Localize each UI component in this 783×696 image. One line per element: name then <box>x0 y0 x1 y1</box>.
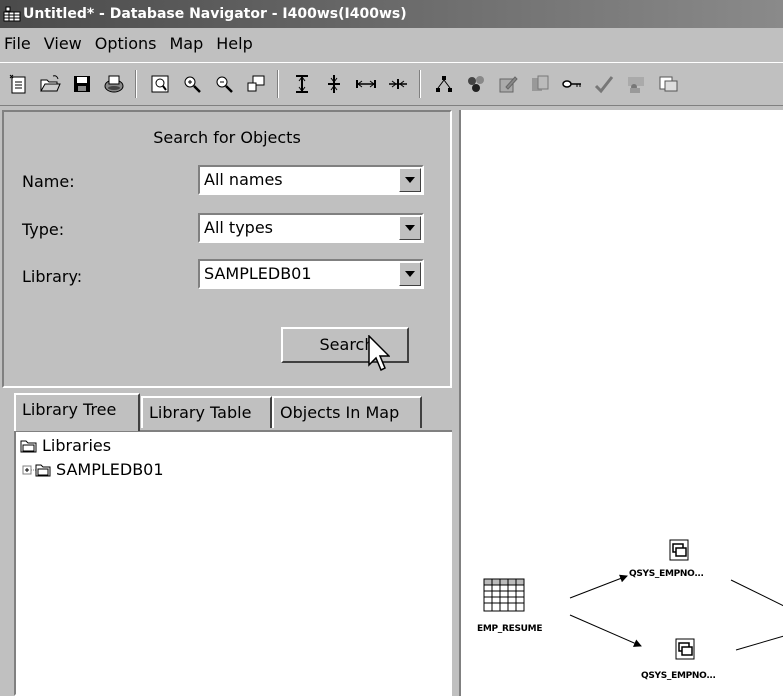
type-combo[interactable]: All types <box>198 213 424 243</box>
map-node-label: QSYS_EMPNO... <box>641 671 716 681</box>
index-icon <box>675 638 695 660</box>
menu-map[interactable]: Map <box>164 34 211 53</box>
expand-plus-icon[interactable] <box>22 462 52 478</box>
objects-icon[interactable] <box>526 70 554 98</box>
map-node-label: EMP_RESUME <box>477 624 543 634</box>
restore-icon[interactable] <box>242 70 270 98</box>
tab-library-table[interactable]: Library Table <box>141 396 272 428</box>
zoom-out-icon[interactable] <box>210 70 238 98</box>
toolbar-separator <box>277 70 279 98</box>
name-label: Name: <box>22 172 75 191</box>
type-combo-value: All types <box>204 218 273 237</box>
library-label: Library: <box>22 267 83 286</box>
check-icon[interactable] <box>590 70 618 98</box>
folder-icon <box>20 440 37 452</box>
map-node-label: QSYS_EMPNO... <box>629 569 704 579</box>
chevron-down-icon[interactable] <box>399 216 421 240</box>
menu-help[interactable]: Help <box>211 34 260 53</box>
expand-horizontal-icon[interactable] <box>352 70 380 98</box>
type-label: Type: <box>22 220 65 239</box>
hierarchy-icon[interactable] <box>430 70 458 98</box>
toolbar <box>0 62 783 106</box>
search-title: Search for Objects <box>153 128 301 147</box>
save-icon[interactable] <box>68 70 96 98</box>
new-icon[interactable] <box>4 70 32 98</box>
edit-icon[interactable] <box>494 70 522 98</box>
relationships-icon[interactable] <box>462 70 490 98</box>
toolbar-separator <box>419 70 421 98</box>
name-combo[interactable]: All names <box>198 165 424 195</box>
chevron-down-icon[interactable] <box>399 168 421 192</box>
user-icon[interactable] <box>622 70 650 98</box>
zoom-fit-icon[interactable] <box>146 70 174 98</box>
expand-vertical-icon[interactable] <box>288 70 316 98</box>
zoom-in-icon[interactable] <box>178 70 206 98</box>
map-node-index-bottom[interactable] <box>675 638 695 664</box>
tree-item-sampledb01[interactable]: SAMPLEDB01 <box>22 460 164 479</box>
open-icon[interactable] <box>36 70 64 98</box>
name-combo-value: All names <box>204 170 283 189</box>
print-icon[interactable] <box>100 70 128 98</box>
library-combo[interactable]: SAMPLEDB01 <box>198 259 424 289</box>
menu-bar: File View Options Map Help <box>0 29 783 57</box>
tree-item-label: SAMPLEDB01 <box>56 460 164 479</box>
menu-options[interactable]: Options <box>90 34 165 53</box>
map-node-index-top[interactable] <box>669 539 689 565</box>
index-icon <box>669 539 689 561</box>
window-title: Untitled* - Database Navigator - I400ws(… <box>23 6 407 22</box>
tree-root-libraries[interactable]: Libraries <box>20 436 111 455</box>
collapse-horizontal-icon[interactable] <box>384 70 412 98</box>
title-bar: Untitled* - Database Navigator - I400ws(… <box>0 0 783 28</box>
menu-file[interactable]: File <box>0 34 39 53</box>
key-icon[interactable] <box>558 70 586 98</box>
library-tree: Libraries SAMPLEDB01 <box>14 430 454 696</box>
tab-library-tree[interactable]: Library Tree <box>14 393 140 431</box>
table-icon <box>483 578 525 612</box>
toolbar-separator <box>135 70 137 98</box>
database-navigator-icon <box>3 6 21 22</box>
map-node-emp-resume[interactable] <box>483 578 525 618</box>
copy-icon[interactable] <box>654 70 682 98</box>
collapse-vertical-icon[interactable] <box>320 70 348 98</box>
pane-splitter[interactable] <box>452 110 460 696</box>
tree-root-label: Libraries <box>42 436 112 455</box>
chevron-down-icon[interactable] <box>399 262 421 286</box>
mouse-cursor-icon <box>368 334 391 379</box>
database-map[interactable]: EMP_RESUME QSYS_EMPNO... QSYS_EMPNO... <box>460 110 783 696</box>
tab-objects-in-map[interactable]: Objects In Map <box>272 396 422 428</box>
menu-view[interactable]: View <box>39 34 90 53</box>
library-combo-value: SAMPLEDB01 <box>204 264 312 283</box>
